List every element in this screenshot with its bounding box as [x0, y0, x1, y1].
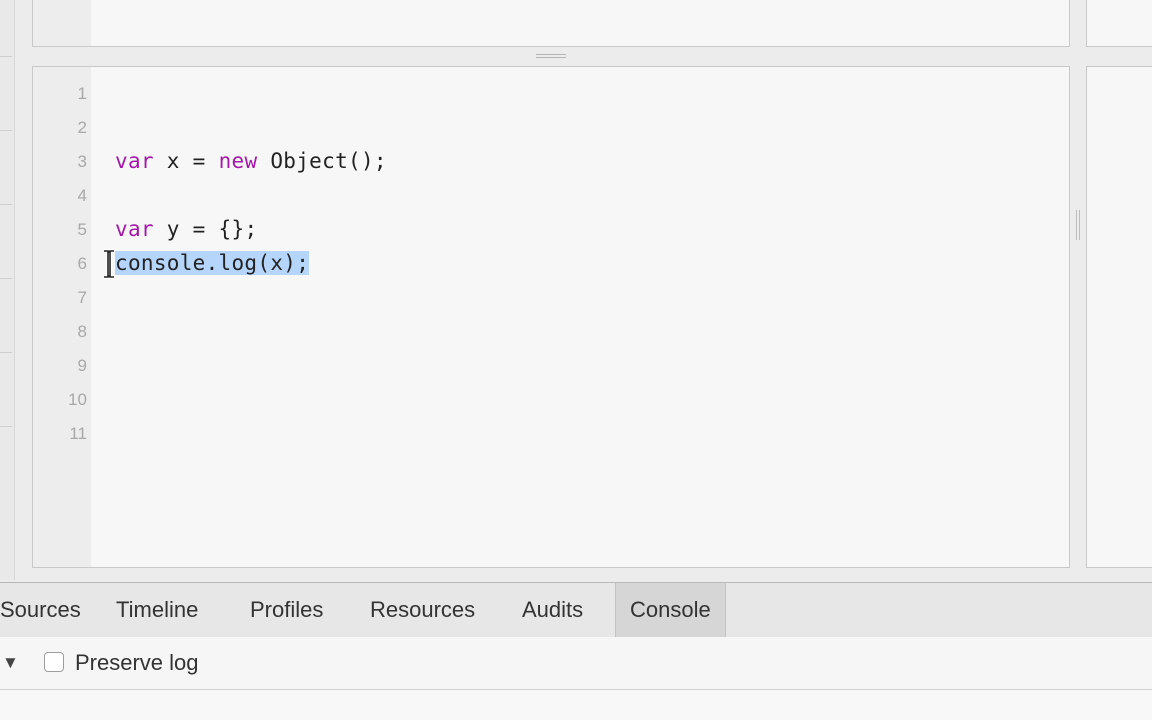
- console-output[interactable]: [0, 690, 1152, 720]
- code-text[interactable]: var y = {};: [115, 217, 257, 241]
- right-top-pane: [1086, 0, 1152, 47]
- line-number: 5: [77, 220, 87, 239]
- right-pane: [1086, 66, 1152, 568]
- i-beam-cursor-icon: [104, 249, 114, 279]
- line-number: 8: [77, 322, 87, 341]
- selected-text: console.log(x);: [115, 251, 310, 275]
- code-line[interactable]: 10: [33, 383, 1069, 417]
- tab-profiles[interactable]: Profiles: [236, 583, 337, 637]
- left-sidebar-strip: [0, 0, 15, 580]
- line-number: 3: [77, 152, 87, 171]
- tab-sources[interactable]: Sources: [0, 583, 95, 637]
- panel-tab-bar: Sources Timeline Profiles Resources Audi…: [0, 582, 1152, 638]
- line-number: 10: [68, 390, 87, 409]
- code-text[interactable]: console.log(x);: [115, 251, 310, 275]
- tab-timeline[interactable]: Timeline: [102, 583, 212, 637]
- code-editor[interactable]: 1 2 3 var x = new Object(); 4 5 var y = {}; 6 co…: [32, 66, 1070, 568]
- keyword-token: new: [218, 149, 258, 173]
- resize-grip-icon[interactable]: [1076, 210, 1082, 240]
- sidebar-divider: [0, 56, 12, 57]
- console-toolbar: ▼ Preserve log: [0, 637, 1152, 690]
- preserve-log-checkbox[interactable]: [44, 652, 64, 672]
- code-line[interactable]: 7: [33, 281, 1069, 315]
- code-line[interactable]: 5 var y = {};: [33, 213, 1069, 247]
- tab-audits[interactable]: Audits: [508, 583, 597, 637]
- line-number: 11: [69, 424, 87, 443]
- code-line[interactable]: 8: [33, 315, 1069, 349]
- line-number: 7: [77, 288, 87, 307]
- sidebar-divider: [0, 278, 12, 279]
- line-number: 4: [77, 186, 87, 205]
- line-number: 9: [77, 356, 87, 375]
- line-number: 6: [77, 254, 87, 273]
- line-number: 1: [77, 84, 87, 103]
- top-pane-gutter: [33, 0, 91, 46]
- code-line[interactable]: 4: [33, 179, 1069, 213]
- code-line[interactable]: 6 console.log(x);: [33, 247, 1069, 281]
- sidebar-divider: [0, 426, 12, 427]
- code-token: Object();: [257, 149, 387, 173]
- top-pane: [32, 0, 1070, 47]
- code-token: x =: [153, 149, 219, 173]
- splitter-grip-icon[interactable]: [536, 54, 566, 60]
- sidebar-divider: [0, 204, 12, 205]
- code-line[interactable]: 1: [33, 77, 1069, 111]
- code-line[interactable]: 9: [33, 349, 1069, 383]
- code-token: y = {};: [153, 217, 258, 241]
- line-number: 2: [77, 118, 87, 137]
- triangle-down-icon[interactable]: ▼: [2, 653, 19, 673]
- sidebar-divider: [0, 130, 12, 131]
- keyword-token: var: [115, 217, 154, 241]
- code-line[interactable]: 2: [33, 111, 1069, 145]
- tab-console[interactable]: Console: [615, 583, 726, 637]
- tab-resources[interactable]: Resources: [356, 583, 489, 637]
- code-line[interactable]: 11: [33, 417, 1069, 451]
- preserve-log-label[interactable]: Preserve log: [75, 650, 199, 676]
- code-line[interactable]: 3 var x = new Object();: [33, 145, 1069, 179]
- code-text[interactable]: var x = new Object();: [115, 149, 387, 173]
- sidebar-divider: [0, 352, 12, 353]
- keyword-token: var: [115, 149, 154, 173]
